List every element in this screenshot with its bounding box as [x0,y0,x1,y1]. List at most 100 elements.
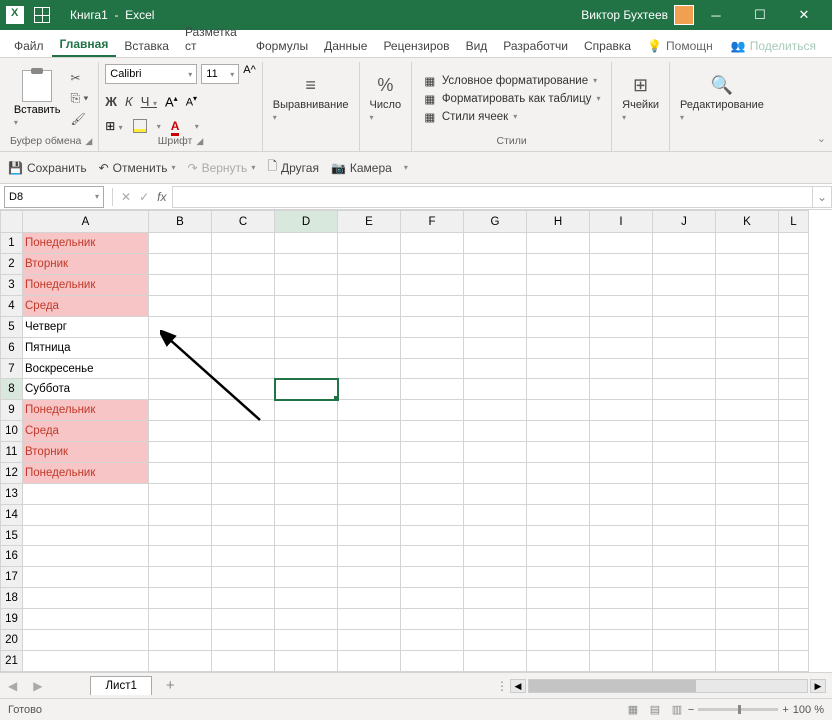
cell-K8[interactable] [716,379,779,400]
cell-D1[interactable] [275,233,338,254]
cell-C10[interactable] [212,421,275,442]
row-header-1[interactable]: 1 [1,233,23,254]
cell-D7[interactable] [275,358,338,379]
cell-I14[interactable] [590,504,653,525]
tab-file[interactable]: Файл [6,35,52,57]
col-header-A[interactable]: A [23,211,149,233]
sheet-nav-prev[interactable]: ◀ [0,679,25,693]
accept-formula-button[interactable]: ✓ [135,190,153,204]
hscroll-left[interactable]: ◀ [510,679,526,693]
cell-H19[interactable] [527,609,590,630]
cell-J11[interactable] [653,442,716,463]
cell-B13[interactable] [149,483,212,504]
cell-F21[interactable] [401,650,464,671]
cell-J10[interactable] [653,421,716,442]
cell-A20[interactable] [23,629,149,650]
cell-K17[interactable] [716,567,779,588]
cell-I1[interactable] [590,233,653,254]
fx-icon[interactable]: fx [153,190,170,204]
cell-B14[interactable] [149,504,212,525]
cell-G12[interactable] [464,462,527,483]
cell-E15[interactable] [338,525,401,546]
cell-B9[interactable] [149,400,212,421]
cell-E13[interactable] [338,483,401,504]
cell-F16[interactable] [401,546,464,567]
cell-H7[interactable] [527,358,590,379]
row-header-21[interactable]: 21 [1,650,23,671]
cell-G5[interactable] [464,316,527,337]
row-header-4[interactable]: 4 [1,295,23,316]
cell-K19[interactable] [716,609,779,630]
page-break-view-button[interactable]: ▥ [666,703,688,716]
add-sheet-button[interactable]: + [152,677,189,694]
cell-B3[interactable] [149,275,212,296]
cell-E11[interactable] [338,442,401,463]
cell-H12[interactable] [527,462,590,483]
hscroll-thumb[interactable] [529,680,696,692]
cell-B12[interactable] [149,462,212,483]
cell-C5[interactable] [212,316,275,337]
cell-H11[interactable] [527,442,590,463]
row-header-6[interactable]: 6 [1,337,23,358]
cell-A11[interactable]: Вторник [23,442,149,463]
cell-C1[interactable] [212,233,275,254]
cell-C20[interactable] [212,629,275,650]
cell-K9[interactable] [716,400,779,421]
col-header-J[interactable]: J [653,211,716,233]
cell-B1[interactable] [149,233,212,254]
cell-I3[interactable] [590,275,653,296]
cell-J15[interactable] [653,525,716,546]
cell-L1[interactable] [779,233,809,254]
sheet-nav-next[interactable]: ▶ [25,679,50,693]
other-button[interactable]: 🗋Другая [267,157,319,178]
cell-K12[interactable] [716,462,779,483]
cell-J18[interactable] [653,588,716,609]
cell-L19[interactable] [779,609,809,630]
formula-bar[interactable] [172,186,812,208]
cell-G9[interactable] [464,400,527,421]
cell-G2[interactable] [464,254,527,275]
col-header-E[interactable]: E [338,211,401,233]
cell-L18[interactable] [779,588,809,609]
cell-A18[interactable] [23,588,149,609]
cell-K21[interactable] [716,650,779,671]
grow-font-button[interactable]: A^ [243,64,256,84]
row-header-17[interactable]: 17 [1,567,23,588]
cell-D18[interactable] [275,588,338,609]
cell-C8[interactable] [212,379,275,400]
cell-C14[interactable] [212,504,275,525]
cell-K20[interactable] [716,629,779,650]
cell-B17[interactable] [149,567,212,588]
cell-I18[interactable] [590,588,653,609]
cell-E7[interactable] [338,358,401,379]
share-button[interactable]: 👥Поделиться [721,35,826,57]
cell-F11[interactable] [401,442,464,463]
cell-A4[interactable]: Среда [23,295,149,316]
zoom-in-button[interactable]: + [782,704,788,716]
cell-G7[interactable] [464,358,527,379]
increase-font-button[interactable]: A▴ [165,94,178,109]
cancel-formula-button[interactable]: ✕ [117,190,135,204]
clipboard-launcher[interactable]: ◢ [85,136,92,147]
name-box[interactable]: D8▾ [4,186,104,208]
cell-I12[interactable] [590,462,653,483]
cell-C17[interactable] [212,567,275,588]
cell-F14[interactable] [401,504,464,525]
paste-button[interactable]: Вставить▾ [14,70,61,128]
cell-A14[interactable] [23,504,149,525]
cell-L15[interactable] [779,525,809,546]
cell-J8[interactable] [653,379,716,400]
cell-E5[interactable] [338,316,401,337]
page-layout-view-button[interactable]: ▤ [644,703,666,716]
cell-C18[interactable] [212,588,275,609]
cell-J16[interactable] [653,546,716,567]
cell-I16[interactable] [590,546,653,567]
col-header-B[interactable]: B [149,211,212,233]
row-header-10[interactable]: 10 [1,421,23,442]
cell-H13[interactable] [527,483,590,504]
cell-E16[interactable] [338,546,401,567]
row-header-19[interactable]: 19 [1,609,23,630]
cell-F1[interactable] [401,233,464,254]
expand-formula-bar[interactable]: ⌄ [812,186,832,208]
cell-K4[interactable] [716,295,779,316]
